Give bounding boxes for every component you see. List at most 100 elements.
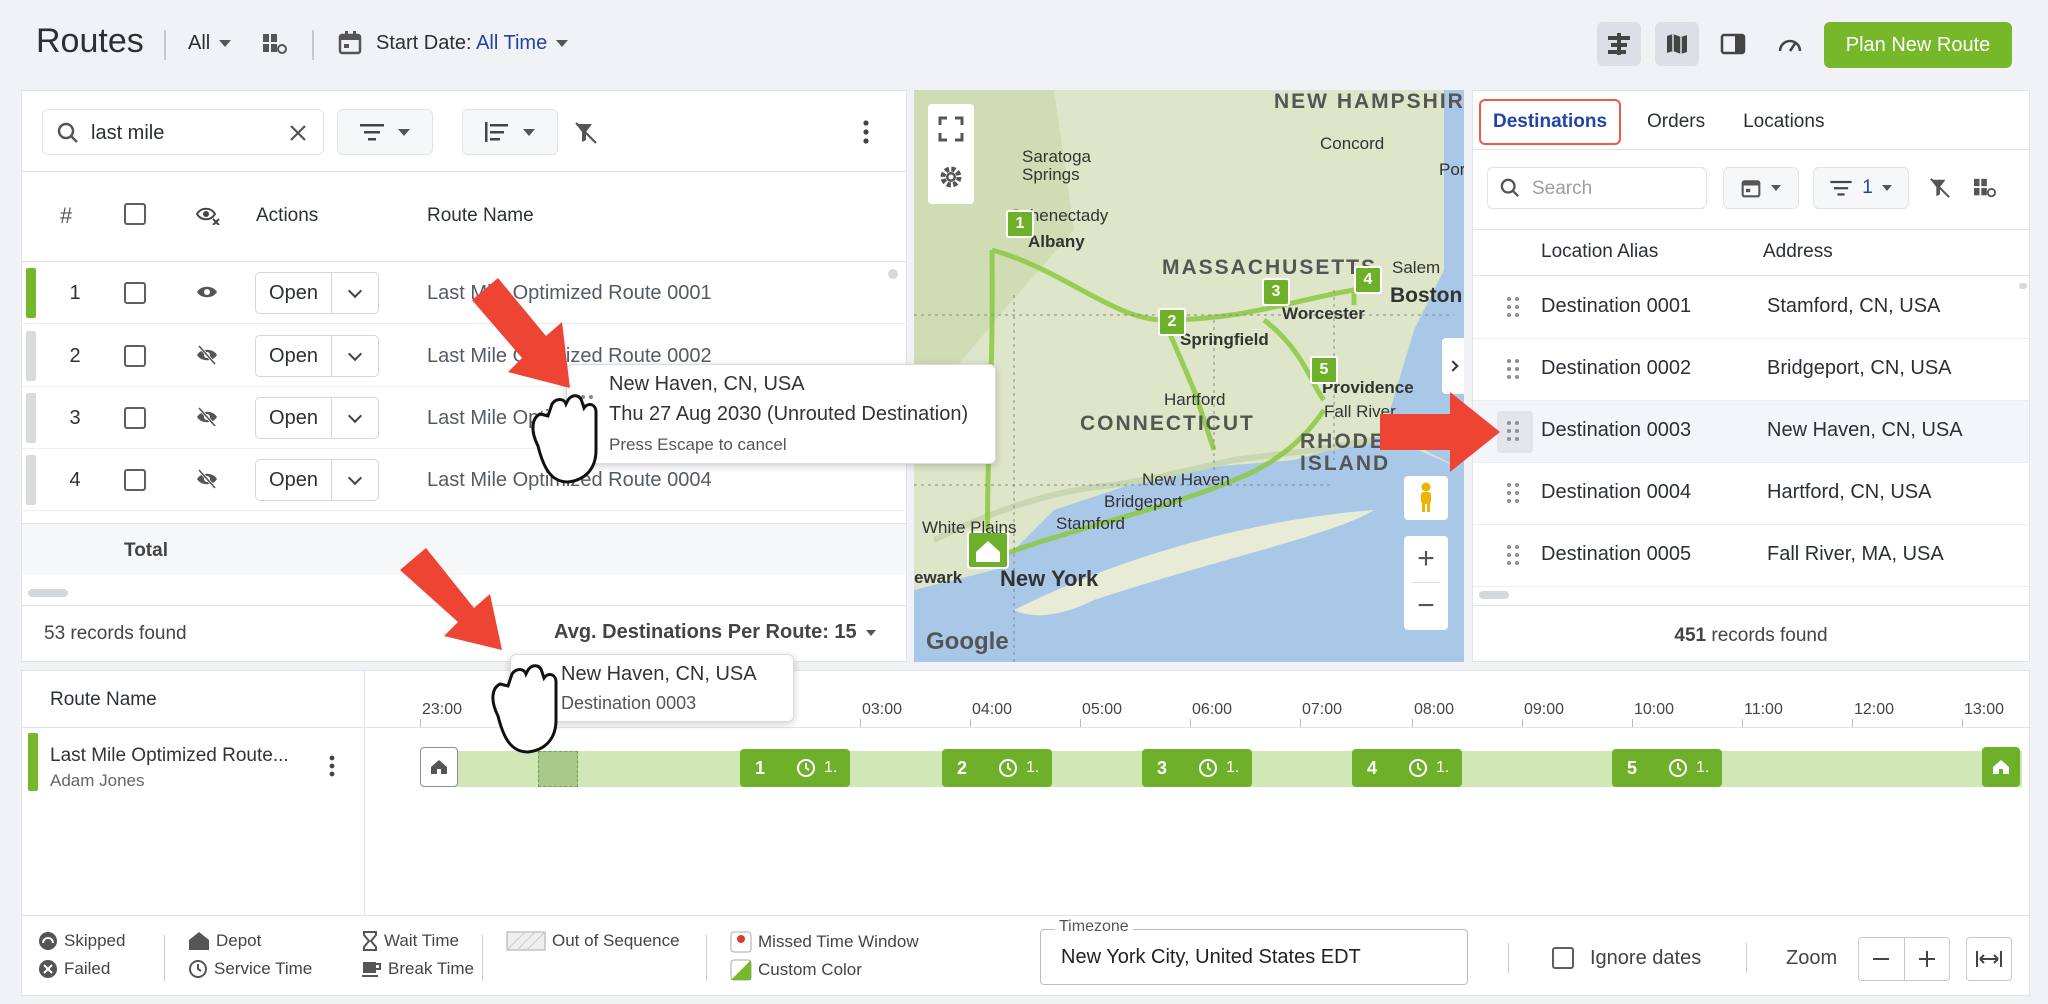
map-canvas[interactable] bbox=[914, 90, 1464, 662]
open-button[interactable]: Open bbox=[256, 460, 332, 500]
clear-filters-icon[interactable] bbox=[574, 121, 598, 145]
timeline-stop[interactable]: 4 1. bbox=[1352, 749, 1462, 787]
start-depot-icon[interactable] bbox=[420, 747, 458, 787]
list-item[interactable]: Destination 0004 Hartford, CN, USA bbox=[1473, 463, 2029, 525]
timeline-zoom-in-button[interactable] bbox=[1905, 938, 1950, 980]
tab-locations[interactable]: Locations bbox=[1731, 101, 1836, 143]
fit-width-icon[interactable] bbox=[1966, 937, 2012, 981]
search-input[interactable]: last mile bbox=[91, 122, 164, 145]
timezone-value[interactable]: New York City, United States EDT bbox=[1061, 946, 1361, 969]
more-options-icon[interactable] bbox=[862, 119, 870, 145]
map-settings-gear-icon[interactable] bbox=[938, 164, 964, 190]
end-depot-icon[interactable] bbox=[1982, 747, 2020, 787]
page-title: Routes bbox=[36, 22, 144, 60]
open-button[interactable]: Open bbox=[256, 398, 332, 438]
timeline-stop[interactable]: 5 1. bbox=[1612, 749, 1722, 787]
speedometer-icon[interactable] bbox=[1768, 22, 1812, 66]
destination-search-box[interactable]: Search bbox=[1487, 167, 1707, 209]
map-panel[interactable]: NEW HAMPSHIRE Concord Saratoga Springs S… bbox=[914, 90, 1464, 662]
open-button[interactable]: Open bbox=[256, 336, 332, 376]
column-header-route-name[interactable]: Route Name bbox=[427, 205, 534, 227]
timeline-route-name[interactable]: Last Mile Optimized Route... bbox=[50, 745, 289, 767]
timeline-stop[interactable]: 1 1. bbox=[740, 749, 850, 787]
open-button[interactable]: Open bbox=[256, 273, 332, 313]
map-marker-1[interactable]: 5 bbox=[1310, 356, 1338, 384]
drag-handle-icon[interactable] bbox=[1507, 421, 1521, 443]
chevron-down-icon[interactable] bbox=[332, 398, 378, 438]
route-more-options-icon[interactable] bbox=[328, 755, 336, 777]
calendar-icon[interactable] bbox=[338, 30, 362, 61]
column-header-location-alias[interactable]: Location Alias bbox=[1541, 241, 1658, 263]
plan-new-route-button[interactable]: Plan New Route bbox=[1824, 22, 2012, 68]
columns-settings-icon[interactable] bbox=[262, 32, 288, 61]
drag-handle-icon[interactable] bbox=[1507, 297, 1521, 319]
timeline-view-icon[interactable] bbox=[1597, 22, 1641, 66]
chevron-down-icon[interactable] bbox=[332, 336, 378, 376]
route-name[interactable]: Last Mile Optimized Route 0004 bbox=[427, 469, 712, 492]
row-checkbox[interactable] bbox=[124, 469, 146, 491]
zoom-in-button[interactable]: + bbox=[1404, 536, 1448, 582]
tab-destinations[interactable]: Destinations bbox=[1479, 99, 1622, 145]
destination-filter-dropdown[interactable]: 1 bbox=[1813, 167, 1909, 209]
clear-filters-icon[interactable] bbox=[1929, 177, 1951, 199]
start-date-dropdown[interactable]: Start Date: All Time bbox=[376, 32, 569, 55]
map-view-icon[interactable] bbox=[1655, 22, 1699, 66]
column-header-address[interactable]: Address bbox=[1763, 241, 1833, 263]
drag-preview-tooltip: New Haven, CN, USA Thu 27 Aug 2030 (Unro… bbox=[566, 364, 996, 464]
timeline-stop[interactable]: 3 1. bbox=[1142, 749, 1252, 787]
clear-search-icon[interactable] bbox=[289, 124, 307, 142]
map-label-boston: Boston bbox=[1390, 284, 1463, 307]
zoom-out-button[interactable]: − bbox=[1404, 583, 1448, 629]
select-all-checkbox[interactable] bbox=[124, 203, 146, 225]
route-search-box[interactable]: last mile bbox=[42, 109, 324, 155]
fullscreen-icon[interactable] bbox=[938, 116, 964, 142]
map-marker-3[interactable]: 3 bbox=[1262, 278, 1290, 306]
vertical-scrollbar[interactable] bbox=[888, 269, 898, 279]
collapse-map-icon[interactable] bbox=[1442, 338, 1464, 394]
eye-off-icon[interactable] bbox=[196, 407, 218, 427]
side-panel-icon[interactable] bbox=[1711, 22, 1755, 66]
filter-dropdown[interactable] bbox=[337, 109, 433, 155]
list-item[interactable]: Destination 0005 Fall River, MA, USA bbox=[1473, 525, 2029, 587]
row-number: 2 bbox=[69, 345, 81, 367]
street-view-pegman-icon[interactable] bbox=[1404, 476, 1448, 520]
drag-handle-icon[interactable] bbox=[1507, 359, 1521, 381]
timezone-field[interactable]: Timezone New York City, United States ED… bbox=[1040, 918, 1468, 985]
row-checkbox[interactable] bbox=[124, 282, 146, 304]
list-item[interactable]: Destination 0002 Bridgeport, CN, USA bbox=[1473, 339, 2029, 401]
drag-handle-icon[interactable] bbox=[1507, 483, 1521, 505]
divider bbox=[1473, 605, 2029, 606]
drag-handle-icon[interactable] bbox=[1507, 545, 1521, 567]
eye-off-icon[interactable] bbox=[196, 345, 218, 365]
columns-settings-icon[interactable] bbox=[1973, 177, 1997, 199]
horizontal-scrollbar[interactable] bbox=[1479, 591, 1509, 599]
eye-icon[interactable] bbox=[196, 284, 218, 300]
table-row[interactable]: 1 Open Last Mile Optimized Route 0001 bbox=[22, 262, 906, 324]
timeline-stop[interactable]: 2 1. bbox=[942, 749, 1052, 787]
depot-marker[interactable] bbox=[966, 530, 1010, 570]
list-item[interactable]: Destination 0001 Stamford, CN, USA bbox=[1473, 277, 2029, 339]
date-filter-dropdown[interactable] bbox=[1723, 167, 1799, 209]
visibility-settings-icon[interactable] bbox=[196, 205, 220, 225]
timeline-zoom-out-button[interactable] bbox=[1859, 938, 1905, 980]
route-filter-dropdown[interactable]: All bbox=[188, 32, 232, 55]
start-date-label: Start Date: bbox=[376, 32, 472, 54]
list-item[interactable]: Destination 0003 New Haven, CN, USA bbox=[1473, 401, 2029, 463]
avg-destinations-dropdown[interactable]: Avg. Destinations Per Route: 15 bbox=[554, 621, 876, 644]
timeline-tick-label: 12:00 bbox=[1854, 701, 1895, 718]
map-marker-4[interactable]: 2 bbox=[1158, 308, 1186, 336]
row-checkbox[interactable] bbox=[124, 345, 146, 367]
vertical-scrollbar[interactable] bbox=[2019, 283, 2027, 289]
eye-off-icon[interactable] bbox=[196, 469, 218, 489]
chevron-down-icon[interactable] bbox=[332, 460, 378, 500]
chevron-down-icon[interactable] bbox=[332, 273, 378, 313]
route-name[interactable]: Last Mile Optimized Route 0001 bbox=[427, 282, 712, 305]
ignore-dates-checkbox[interactable] bbox=[1552, 947, 1574, 969]
row-checkbox[interactable] bbox=[124, 407, 146, 429]
horizontal-scrollbar[interactable] bbox=[28, 589, 68, 597]
map-marker-2[interactable]: 4 bbox=[1354, 266, 1382, 294]
map-marker-5[interactable]: 1 bbox=[1006, 210, 1034, 238]
tab-orders[interactable]: Orders bbox=[1635, 101, 1717, 143]
sort-dropdown[interactable] bbox=[462, 109, 558, 155]
destination-search-input[interactable]: Search bbox=[1532, 178, 1592, 200]
